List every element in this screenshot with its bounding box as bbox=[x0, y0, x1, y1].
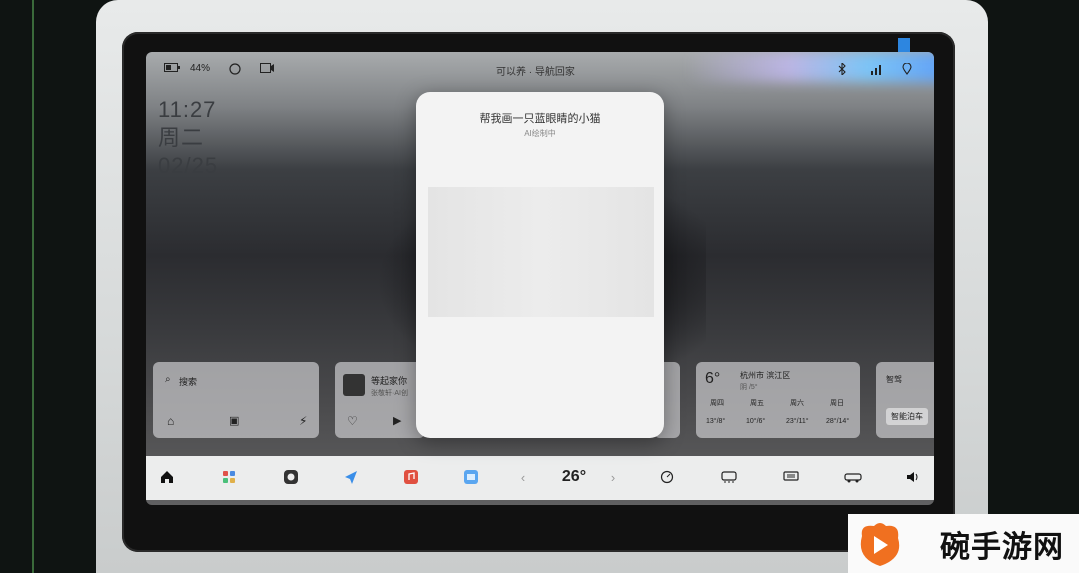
home-shortcut-icon[interactable]: ⌂ bbox=[167, 414, 174, 428]
weather-range: 23°/11° bbox=[786, 418, 809, 425]
album-cover bbox=[343, 374, 365, 396]
rear-defrost-icon[interactable] bbox=[720, 468, 738, 486]
car-screen: 44% 可以养 · 导航回家 11:27 周二 02/25 ⌕ 搜索 ⌂ ▣ ⚡… bbox=[146, 52, 934, 505]
location-icon bbox=[902, 62, 912, 78]
battery-icon bbox=[164, 63, 180, 75]
ai-drawing-dialog[interactable]: 帮我画一只蓝眼睛的小猫 AI绘制中 bbox=[416, 92, 664, 438]
weather-day: 周日 bbox=[830, 400, 844, 407]
briefcase-icon[interactable]: ▣ bbox=[229, 414, 239, 427]
weekday: 周二 bbox=[158, 125, 205, 150]
volume-icon[interactable] bbox=[904, 468, 922, 486]
signal-icon bbox=[870, 63, 884, 78]
song-title: 等起家你 bbox=[371, 376, 408, 386]
weather-card[interactable]: 6° 杭州市 滨江区 阴 /5° 周四 周五 周六 周日 13°/8° 10°/… bbox=[696, 362, 860, 438]
image-placeholder bbox=[428, 187, 654, 317]
weather-day: 周五 bbox=[750, 400, 764, 407]
song-artist: 张敬轩·AI创 bbox=[371, 390, 408, 397]
clock-widget: 11:27 周二 02/25 bbox=[158, 96, 218, 180]
home-icon[interactable] bbox=[158, 468, 176, 486]
temperature[interactable]: 26° bbox=[550, 468, 598, 486]
car-icon[interactable] bbox=[844, 468, 862, 486]
watermark-mark-icon bbox=[860, 523, 900, 566]
bottom-dock: ‹ 26° › bbox=[146, 456, 934, 500]
temp-down-icon[interactable]: ‹ bbox=[514, 468, 532, 486]
date: 02/25 bbox=[158, 153, 219, 178]
parking-button[interactable]: 智能泊车 bbox=[886, 408, 928, 425]
dialog-title: 帮我画一只蓝眼睛的小猫 bbox=[479, 113, 601, 125]
watermark-text: 碗手游网 bbox=[940, 530, 1064, 565]
media-card[interactable]: 等起家你 张敬轩·AI创 ♡ ▶ bbox=[335, 362, 425, 438]
nav-icon[interactable] bbox=[342, 468, 360, 486]
voice-hint[interactable]: 可以养 · 导航回家 bbox=[496, 63, 575, 78]
music-icon[interactable] bbox=[402, 468, 420, 486]
bluetooth-icon bbox=[838, 61, 846, 78]
weather-condition: 阴 /5° bbox=[740, 384, 758, 391]
heart-icon[interactable]: ♡ bbox=[347, 414, 358, 428]
search-icon: ⌕ bbox=[165, 374, 171, 385]
weather-day: 周四 bbox=[710, 400, 724, 407]
weather-range: 13°/8° bbox=[706, 418, 726, 425]
time: 11:27 bbox=[158, 97, 217, 122]
steering-icon bbox=[228, 63, 242, 78]
fan-icon[interactable] bbox=[658, 468, 676, 486]
weather-day: 周六 bbox=[790, 400, 804, 407]
app-icon[interactable] bbox=[462, 468, 480, 486]
assist-title: 智驾 bbox=[886, 375, 902, 384]
charging-icon[interactable]: ⚡ bbox=[299, 414, 307, 428]
apps-icon[interactable] bbox=[220, 468, 238, 486]
search-label: 搜索 bbox=[179, 377, 198, 387]
dialog-status: AI绘制中 bbox=[524, 129, 556, 138]
play-icon[interactable]: ▶ bbox=[393, 414, 401, 427]
status-bar: 44% 可以养 · 导航回家 bbox=[146, 52, 934, 86]
front-defrost-icon[interactable] bbox=[782, 468, 800, 486]
camera-icon[interactable] bbox=[282, 468, 300, 486]
weather-temp: 6° bbox=[705, 370, 721, 387]
weather-location: 杭州市 滨江区 bbox=[740, 371, 791, 380]
temp-up-icon[interactable]: › bbox=[604, 468, 622, 486]
weather-range: 28°/14° bbox=[826, 418, 850, 425]
weather-range: 10°/6° bbox=[746, 418, 766, 425]
search-card[interactable]: ⌕ 搜索 ⌂ ▣ ⚡ bbox=[153, 362, 319, 438]
window-edge bbox=[32, 0, 34, 573]
watermark-logo: 碗手游网 bbox=[848, 514, 1079, 573]
battery-percent: 44% bbox=[190, 63, 211, 74]
assist-card[interactable]: 智驾 智能泊车 bbox=[876, 362, 934, 438]
camera-status-icon bbox=[260, 63, 274, 76]
